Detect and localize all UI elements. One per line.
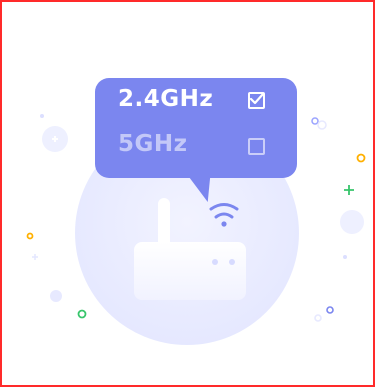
decor-ring [26,232,34,240]
decor-dot [340,210,364,234]
plus-icon [344,185,354,195]
decor-ring [314,314,322,322]
decor-dot [50,290,62,302]
band-2-4ghz-checkbox[interactable] [248,92,265,109]
background-illustration [26,114,366,345]
decor-ring [356,153,366,163]
band-5ghz-checkbox[interactable] [248,138,265,155]
plus-icon [32,254,38,260]
decor-dot [343,255,347,259]
band-option-5ghz-label[interactable]: 5GHz [118,131,188,161]
decor-dot [40,114,44,118]
decor-ring [77,309,87,319]
decor-ring [311,117,319,125]
decor-ring [317,120,327,130]
band-option-2-4ghz-label[interactable]: 2.4GHz [118,86,213,116]
decor-ring [326,306,334,314]
check-icon [249,92,265,105]
